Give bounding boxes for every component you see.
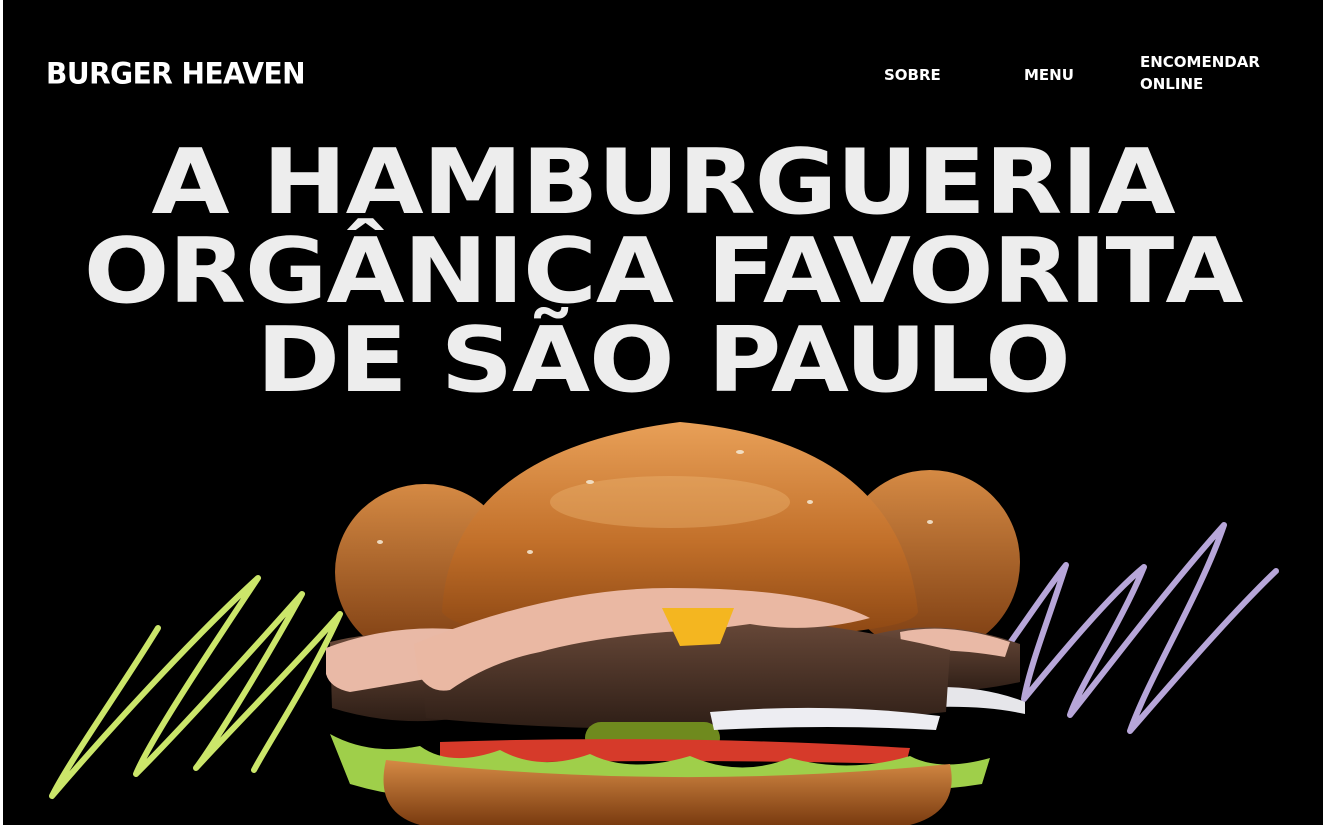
nav-link-encomendar-label-line1: ENCOMENDAR (1140, 53, 1260, 71)
hero-headline-line-3: DE SÃO PAULO (256, 308, 1070, 413)
burger-image (326, 422, 1025, 825)
nav-link-encomendar-label-line2: ONLINE (1140, 75, 1204, 93)
hero-headline-line-1: A HAMBURGUERIA (151, 130, 1175, 235)
page-edge-left (0, 0, 3, 825)
nav-link-sobre[interactable]: SOBRE (884, 64, 941, 86)
nav-link-encomendar-online[interactable]: ENCOMENDAR ONLINE (1140, 51, 1290, 95)
hero-headline: A HAMBURGUERIA ORGÂNICA FAVORITA DE SÃO … (0, 130, 1326, 413)
site-logo[interactable]: BURGER HEAVEN (46, 56, 306, 91)
nav-link-menu[interactable]: MENU (1024, 64, 1074, 86)
hero-headline-line-2: ORGÂNICA FAVORITA (83, 219, 1244, 324)
